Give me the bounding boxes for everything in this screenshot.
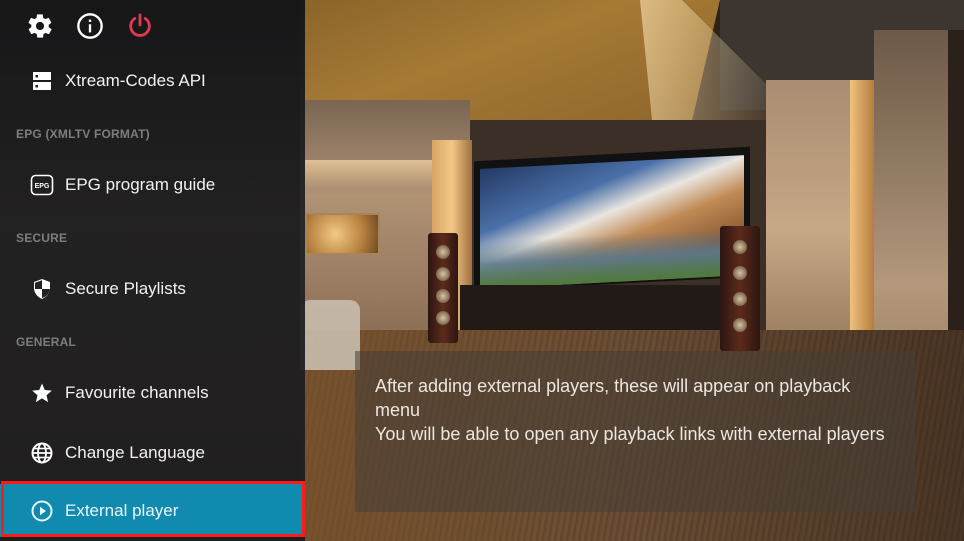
speaker-cone <box>436 267 450 281</box>
speaker-cone <box>733 266 747 280</box>
menu-item-label: EPG program guide <box>65 175 216 194</box>
menu-item-xtream-codes-api[interactable]: Xtream-Codes API <box>0 55 305 107</box>
external-player-info-panel: After adding external players, these wil… <box>355 351 915 512</box>
background-speaker-left <box>428 233 458 343</box>
section-header-general: GENERAL <box>16 335 77 349</box>
info-icon <box>77 13 103 39</box>
play-circle-icon <box>30 499 54 523</box>
background-sofa <box>300 300 360 370</box>
speaker-cone <box>733 318 747 332</box>
info-button[interactable] <box>76 12 104 40</box>
globe-icon <box>30 441 54 465</box>
menu-item-label: External player <box>65 500 179 520</box>
speaker-cone <box>436 311 450 325</box>
svg-text:EPG: EPG <box>35 183 50 190</box>
menu-item-external-player[interactable]: External player <box>0 484 305 537</box>
speaker-cone <box>733 292 747 306</box>
epg-icon: EPG <box>30 173 54 197</box>
menu-item-favourite-channels[interactable]: Favourite channels <box>0 367 305 419</box>
speaker-cone <box>436 289 450 303</box>
background-wall-niche <box>305 213 380 255</box>
menu-item-label: Change Language <box>65 443 205 462</box>
background-speaker-right <box>720 226 760 351</box>
background-tv-mountain-image <box>480 155 744 289</box>
gear-icon <box>28 14 52 38</box>
settings-button[interactable] <box>26 12 54 40</box>
top-icon-bar <box>0 0 305 52</box>
server-icon <box>30 69 54 93</box>
menu-item-label: Favourite channels <box>65 383 209 402</box>
menu-item-label: Xtream-Codes API <box>65 71 206 90</box>
star-icon <box>30 381 54 405</box>
speaker-cone <box>733 240 747 254</box>
menu-item-secure-playlists[interactable]: Secure Playlists <box>0 263 305 315</box>
speaker-cone <box>436 245 450 259</box>
menu-item-epg-program-guide[interactable]: EPG EPG program guide <box>0 159 305 211</box>
section-header-secure: SECURE <box>16 231 68 245</box>
settings-sidebar: Xtream-Codes API EPG (XMLTV FORMAT) EPG … <box>0 0 305 541</box>
menu-item-label: Secure Playlists <box>65 279 186 298</box>
power-button[interactable] <box>126 12 154 40</box>
shield-icon <box>30 277 54 301</box>
power-icon <box>129 13 151 37</box>
info-line: After adding external players, these wil… <box>375 376 851 420</box>
menu-item-change-language[interactable]: Change Language <box>0 427 305 479</box>
info-line: You will be able to open any playback li… <box>375 424 885 444</box>
section-header-epg: EPG (XMLTV FORMAT) <box>16 127 150 141</box>
